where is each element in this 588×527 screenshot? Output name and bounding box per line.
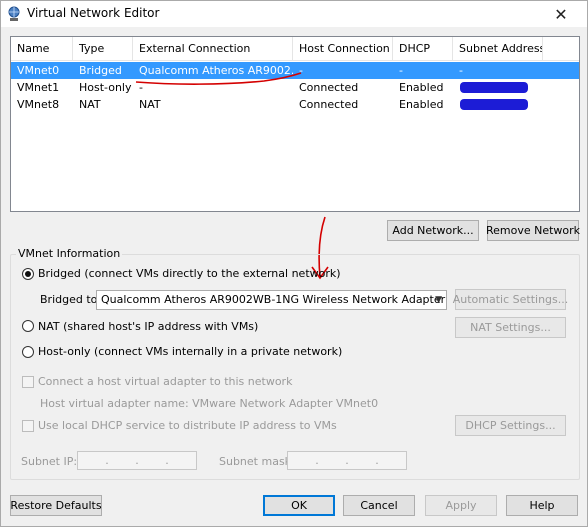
cancel-button[interactable]: Cancel [343,495,415,516]
add-network-button[interactable]: Add Network... [387,220,479,241]
chevron-down-icon: ▼ [435,295,442,305]
column-header-external[interactable]: External Connection [133,37,293,61]
bridged-label[interactable]: Bridged (connect VMs directly to the ext… [38,267,341,280]
virtual-network-editor-window: Virtual Network Editor ✕ Name Type Exter… [0,0,588,527]
ok-button[interactable]: OK [263,495,335,516]
host-only-radio[interactable] [22,346,34,358]
subnet-ip-label: Subnet IP: [21,455,78,468]
connect-adapter-label[interactable]: Connect a host virtual adapter to this n… [38,375,292,388]
cell-name: VMnet1 [17,81,60,94]
apply-button[interactable]: Apply [425,495,497,516]
local-dhcp-label[interactable]: Use local DHCP service to distribute IP … [38,419,337,432]
vmnet-information-group [10,254,580,480]
nat-label[interactable]: NAT (shared host's IP address with VMs) [38,320,258,333]
network-globe-icon [8,6,20,21]
list-header: Name Type External Connection Host Conne… [11,37,579,61]
cell-type: NAT [79,98,101,111]
column-header-type[interactable]: Type [73,37,133,61]
window-title: Virtual Network Editor [27,6,160,20]
connect-adapter-checkbox[interactable] [22,376,34,388]
column-header-dhcp[interactable]: DHCP [393,37,453,61]
cell-external: NAT [139,98,161,111]
restore-defaults-button[interactable]: Restore Defaults [10,495,102,516]
table-row-vmnet8[interactable]: VMnet8 NAT NAT Connected Enabled [11,96,579,113]
subnet-redaction-scribble [460,82,528,93]
vmnet-information-label: VMnet Information [16,247,123,260]
host-only-label[interactable]: Host-only (connect VMs internally in a p… [38,345,342,358]
column-header-subnet[interactable]: Subnet Address [453,37,543,61]
subnet-ip-input[interactable]: ... [77,451,197,470]
network-list[interactable]: Name Type External Connection Host Conne… [10,36,580,212]
remove-network-button[interactable]: Remove Network [486,220,580,241]
title-bar: Virtual Network Editor ✕ [1,1,587,27]
adapter-name-text: Host virtual adapter name: VMware Networ… [40,397,379,410]
local-dhcp-checkbox[interactable] [22,420,34,432]
nat-radio[interactable] [22,320,34,332]
cell-name: VMnet8 [17,98,60,111]
cell-dhcp: Enabled [399,81,444,94]
subnet-mask-label: Subnet mask: [219,455,295,468]
cell-dhcp: - [399,64,403,77]
cell-type: Host-only [79,81,132,94]
cell-subnet: - [459,64,463,77]
nat-settings-button[interactable]: NAT Settings... [455,317,566,338]
help-button[interactable]: Help [506,495,578,516]
dhcp-settings-button[interactable]: DHCP Settings... [455,415,566,436]
bridged-radio[interactable] [22,268,34,280]
red-underline-annotation [135,72,302,85]
close-icon[interactable]: ✕ [539,1,583,27]
bridged-to-value: Qualcomm Atheros AR9002WB-1NG Wireless N… [101,293,446,306]
cell-name: VMnet0 [17,64,60,77]
cell-type: Bridged [79,64,122,77]
column-header-host[interactable]: Host Connection [293,37,393,61]
cell-host: Connected [299,98,359,111]
bridged-to-dropdown[interactable]: Qualcomm Atheros AR9002WB-1NG Wireless N… [96,290,447,310]
bridged-to-label: Bridged to: [40,293,102,306]
cell-host: - [299,64,303,77]
subnet-redaction-scribble [460,99,528,110]
column-header-name[interactable]: Name [11,37,73,61]
cell-dhcp: Enabled [399,98,444,111]
subnet-mask-input[interactable]: ... [287,451,407,470]
automatic-settings-button[interactable]: Automatic Settings... [453,289,568,310]
cell-host: Connected [299,81,359,94]
